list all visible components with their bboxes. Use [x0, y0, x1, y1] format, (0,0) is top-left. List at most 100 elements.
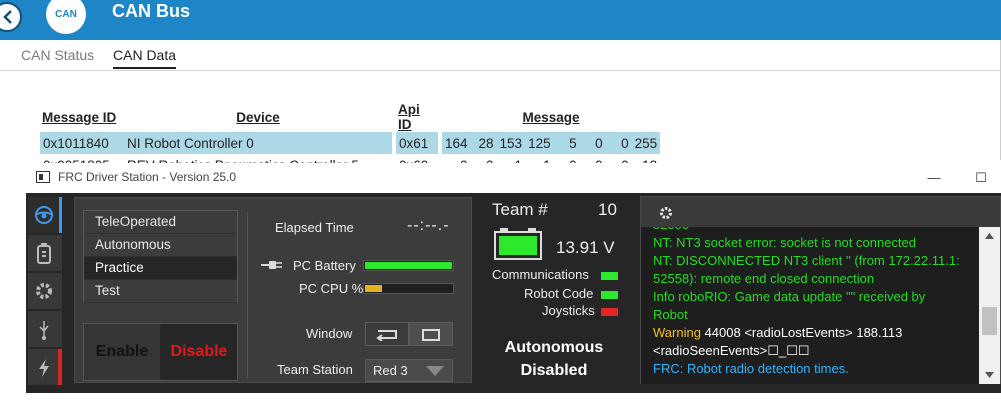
cell-byte: 28	[470, 132, 497, 154]
team-station-select[interactable]: Red 3	[365, 359, 453, 382]
joysticks-label: Joysticks	[542, 303, 595, 318]
scroll-down-icon[interactable]	[985, 372, 994, 378]
mode-list: TeleOperated Autonomous Practice Test	[83, 210, 238, 303]
window-floating-button[interactable]	[409, 322, 453, 346]
status-state: Disabled	[520, 362, 588, 379]
maximize-button[interactable]: ☐	[961, 165, 1001, 191]
power-icon	[39, 359, 49, 377]
log-line: NT: DISCONNECTED NT3 client '' (from 172…	[653, 253, 960, 268]
cell-byte: 5	[553, 132, 580, 154]
cell-api-id: 0x61	[396, 132, 438, 154]
robot-code-label: Robot Code	[524, 286, 594, 301]
window-docked-button[interactable]	[365, 322, 409, 346]
pc-cpu-bar	[363, 283, 454, 294]
log-line: Robot	[653, 307, 688, 322]
log-warning-text: 44008 <radioLostEvents> 188.113	[704, 325, 903, 340]
log-line: FRC: Robot radio detection times.	[653, 361, 849, 376]
messages-panel: 52558 NT: NT3 socket error: socket is no…	[640, 196, 1001, 384]
elapsed-time-value: --:--.-	[407, 217, 450, 234]
team-number: 10	[598, 200, 617, 219]
power-plug-icon	[261, 261, 282, 269]
ds-side-tabs	[28, 197, 64, 385]
tab-setup[interactable]	[28, 273, 62, 309]
cell-device: NI Robot Controller 0	[124, 132, 392, 154]
enable-button[interactable]: Enable	[84, 324, 160, 380]
chevron-down-icon	[426, 366, 444, 376]
log-line: Warning 44008 <radioLostEvents> 188.113	[653, 324, 979, 342]
driver-station-window: FRC Driver Station - Version 25.0 — ☐ Te…	[26, 163, 1001, 393]
cell-byte: 164	[442, 132, 471, 154]
app-title: CAN Bus	[112, 1, 191, 21]
tab-power[interactable]	[28, 349, 62, 385]
mode-test[interactable]: Test	[84, 280, 237, 303]
pc-cpu-fill	[365, 285, 382, 292]
pc-battery-fill	[365, 262, 452, 269]
tab-usb-devices[interactable]	[28, 311, 62, 347]
joysticks-indicator	[601, 308, 618, 316]
ds-app-icon	[36, 171, 50, 183]
tab-diagnostics[interactable]	[28, 235, 62, 271]
window-label: Window	[306, 326, 353, 341]
ds-window-title: FRC Driver Station - Version 25.0	[58, 170, 237, 184]
cell-byte: 125	[525, 132, 554, 154]
header-message-id[interactable]: Message ID	[40, 102, 124, 132]
mode-autonomous[interactable]: Autonomous	[84, 234, 237, 257]
chevron-left-icon	[3, 10, 12, 24]
panel-divider	[247, 212, 248, 378]
gear-icon[interactable]	[659, 206, 673, 220]
page-footer	[26, 393, 1001, 416]
elapsed-time-label: Elapsed Time	[275, 220, 354, 235]
log-line: <radioSeenEvents>☐_☐☐	[653, 343, 810, 358]
team-station-label: Team Station	[277, 362, 353, 377]
pc-battery-bar	[363, 260, 454, 271]
scroll-up-icon[interactable]	[985, 233, 994, 239]
mode-practice[interactable]: Practice	[84, 257, 237, 280]
can-logo: CAN	[46, 0, 86, 34]
header-device[interactable]: Device	[124, 102, 392, 132]
tab-bar: CAN Status CAN Data	[0, 40, 1001, 71]
cell-byte: 0	[605, 132, 632, 154]
communications-indicator	[601, 272, 618, 280]
scrollbar-thumb[interactable]	[982, 307, 997, 335]
log-line: 52558): remote end closed connection	[653, 271, 875, 286]
robot-status: Autonomous Disabled	[484, 336, 624, 382]
battery-icon	[37, 243, 51, 264]
app-header: CAN CAN Bus	[0, 0, 1001, 40]
operation-panel: TeleOperated Autonomous Practice Test En…	[74, 197, 472, 383]
cell-byte: 153	[496, 132, 526, 154]
back-button[interactable]	[0, 2, 22, 32]
disable-button[interactable]: Disable	[161, 324, 237, 380]
header-message[interactable]: Message	[442, 102, 660, 132]
team-status-panel: Team # 10 13.91 V Communications Robot C…	[484, 193, 634, 393]
tab-can-data[interactable]: CAN Data	[113, 47, 177, 69]
logo-text: CAN	[55, 9, 77, 20]
window-icon	[422, 329, 440, 341]
usb-icon	[39, 321, 49, 340]
team-label: Team #	[492, 200, 548, 219]
tab-can-status[interactable]: CAN Status	[21, 47, 94, 63]
table-row[interactable]: 0x1011840 NI Robot Controller 0 0x61 164…	[40, 132, 661, 154]
steering-wheel-icon	[35, 206, 53, 224]
header-api-id[interactable]: Api ID	[396, 102, 438, 132]
tab-operation[interactable]	[28, 197, 62, 233]
cell-byte: 0	[579, 132, 606, 154]
robot-battery-icon	[494, 228, 542, 260]
log-warning-prefix: Warning	[653, 325, 701, 340]
battery-voltage: 13.91 V	[556, 238, 615, 257]
mode-teleoperated[interactable]: TeleOperated	[84, 211, 237, 234]
log-line: Info roboRIO: Game data update "" receiv…	[653, 289, 926, 304]
log-scrollbar[interactable]	[979, 227, 1000, 384]
robot-code-indicator	[601, 291, 618, 299]
team-station-value: Red 3	[373, 363, 408, 378]
message-log[interactable]: 52558 NT: NT3 socket error: socket is no…	[641, 227, 979, 384]
log-line: 52558	[653, 227, 979, 234]
enable-disable-group: Enable Disable	[83, 323, 238, 381]
ds-titlebar[interactable]: FRC Driver Station - Version 25.0 — ☐	[26, 163, 1001, 193]
communications-label: Communications	[492, 267, 589, 282]
cell-message-id: 0x1011840	[40, 132, 124, 154]
dock-icon	[376, 330, 397, 341]
minimize-button[interactable]: —	[914, 165, 954, 191]
cell-byte: 255	[631, 132, 661, 154]
gear-icon	[36, 283, 52, 299]
log-line: NT: NT3 socket error: socket is not conn…	[653, 235, 916, 250]
